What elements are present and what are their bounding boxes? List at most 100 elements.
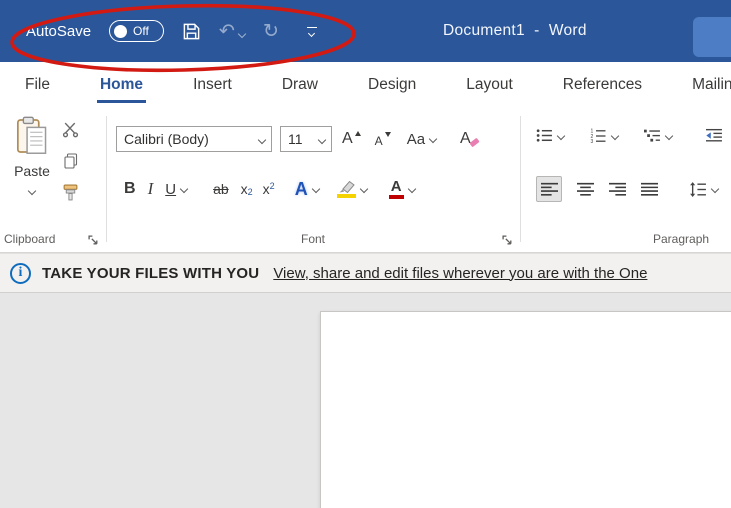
redo-button[interactable]: ↻ xyxy=(262,19,279,42)
autosave-toggle[interactable]: Off xyxy=(109,20,165,42)
save-button[interactable] xyxy=(182,22,201,41)
superscript-button[interactable]: x 2 xyxy=(263,181,275,197)
tab-layout[interactable]: Layout xyxy=(441,62,538,108)
document-page[interactable] xyxy=(320,311,731,508)
tab-design[interactable]: Design xyxy=(343,62,441,108)
info-icon: i xyxy=(10,262,31,284)
font-name-value: Calibri (Body) xyxy=(124,131,209,147)
clipboard-dialog-launcher[interactable] xyxy=(88,233,100,245)
font-dialog-launcher[interactable] xyxy=(502,233,514,245)
customize-quick-access-toolbar-button[interactable] xyxy=(306,26,317,37)
font-size-combobox[interactable]: 11 xyxy=(280,126,332,152)
account-badge[interactable] xyxy=(693,17,731,57)
decrease-indent-icon xyxy=(706,128,722,142)
clear-formatting-button[interactable]: A xyxy=(460,130,480,148)
bullet-list-icon xyxy=(536,129,552,142)
font-size-value: 11 xyxy=(288,131,303,147)
notification-link[interactable]: View, share and edit files wherever you … xyxy=(273,265,647,282)
dialog-launcher-icon xyxy=(502,235,512,245)
autosave-state-label: Off xyxy=(133,24,149,38)
italic-button[interactable]: I xyxy=(148,179,154,199)
change-case-button[interactable]: Aa xyxy=(407,131,438,148)
highlight-chevron-icon xyxy=(359,184,368,194)
multilevel-list-button[interactable] xyxy=(644,128,674,143)
undo-split-button[interactable]: ↶ xyxy=(219,19,247,42)
document-area xyxy=(0,293,731,508)
paragraph-row-top: 123 xyxy=(536,128,723,143)
paste-label: Paste xyxy=(14,163,50,179)
paragraph-row-bottom xyxy=(536,176,720,202)
document-title: Document1 - Word xyxy=(443,22,587,39)
numbering-button[interactable]: 123 xyxy=(590,128,620,143)
text-effects-chevron-icon xyxy=(311,184,320,194)
svg-text:3: 3 xyxy=(591,139,594,143)
clipboard-group: Paste Clipboard xyxy=(0,108,106,252)
undo-icon: ↶ xyxy=(219,19,235,42)
strikethrough-button[interactable]: ab xyxy=(213,181,229,197)
tab-mailings[interactable]: Mailings xyxy=(667,62,731,108)
font-color-button[interactable]: A xyxy=(388,179,416,199)
shrink-font-button[interactable]: A xyxy=(375,130,391,148)
paste-clipboard-icon xyxy=(16,116,47,154)
notification-bar: i TAKE YOUR FILES WITH YOU View, share a… xyxy=(0,253,731,293)
highlighter-stack xyxy=(336,180,356,198)
copy-button[interactable] xyxy=(63,153,79,169)
underline-glyph: U xyxy=(165,180,177,198)
paragraph-group: 123 Paragraph xyxy=(520,108,731,252)
paste-button[interactable]: Paste xyxy=(8,116,56,228)
font-row-top: A A Aa A xyxy=(342,126,480,152)
text-effects-button[interactable]: A xyxy=(294,178,320,200)
format-painter-button[interactable] xyxy=(62,184,79,201)
font-name-combobox[interactable]: Calibri (Body) xyxy=(116,126,272,152)
shrink-font-glyph: A xyxy=(374,134,383,148)
undo-dropdown-chevron-icon[interactable] xyxy=(237,29,247,38)
font-name-chevron-icon xyxy=(257,135,267,145)
tab-draw[interactable]: Draw xyxy=(257,62,343,108)
bullets-chevron-icon xyxy=(556,131,566,140)
highlighter-pen-icon xyxy=(339,180,355,193)
numbered-list-icon: 123 xyxy=(591,129,606,143)
underline-split-button[interactable]: U xyxy=(165,180,189,198)
numbering-chevron-icon xyxy=(610,131,620,140)
align-center-button[interactable] xyxy=(572,176,598,202)
align-right-button[interactable] xyxy=(604,176,630,202)
clipboard-small-buttons xyxy=(62,121,79,201)
title-bar: AutoSave Off ↶ ↻ Document1 - Word xyxy=(0,0,731,62)
bold-button[interactable]: B xyxy=(124,180,136,198)
bullets-button[interactable] xyxy=(536,128,566,143)
font-color-stack: A xyxy=(388,179,404,199)
grow-font-button[interactable]: A xyxy=(342,130,361,148)
cut-button[interactable] xyxy=(62,121,79,138)
tab-home[interactable]: Home xyxy=(75,62,168,108)
change-case-chevron-icon xyxy=(428,134,438,144)
superscript-mark-glyph: 2 xyxy=(269,181,275,191)
line-spacing-icon xyxy=(690,181,706,197)
tab-file[interactable]: File xyxy=(0,62,75,108)
align-left-button[interactable] xyxy=(536,176,562,202)
ribbon: Paste Clipboard Calibri (Body) 11 A A Aa… xyxy=(0,108,731,253)
font-row-bottom: B I U ab x 2 x 2 A A xyxy=(122,174,416,204)
subscript-base-glyph: x xyxy=(240,181,248,197)
save-icon xyxy=(183,23,200,39)
ribbon-tab-bar: File Home Insert Draw Design Layout Refe… xyxy=(0,62,731,108)
subscript-button[interactable]: x 2 xyxy=(241,181,253,197)
paragraph-group-label: Paragraph xyxy=(653,232,710,246)
tab-references[interactable]: References xyxy=(538,62,667,108)
notification-headline: TAKE YOUR FILES WITH YOU xyxy=(42,264,260,282)
text-effects-glyph: A xyxy=(294,178,308,199)
text-highlight-color-button[interactable] xyxy=(336,180,368,198)
line-spacing-button[interactable] xyxy=(690,181,720,197)
dialog-launcher-icon xyxy=(88,235,98,245)
paste-dropdown-chevron-icon xyxy=(27,186,37,196)
font-group-label: Font xyxy=(300,232,326,246)
shrink-font-arrow-icon xyxy=(384,132,391,137)
font-color-bar xyxy=(388,195,404,199)
redo-icon: ↻ xyxy=(262,19,279,42)
quick-access-toolbar: AutoSave Off ↶ ↻ xyxy=(26,0,317,62)
tab-insert[interactable]: Insert xyxy=(168,62,257,108)
justify-button[interactable] xyxy=(636,176,662,202)
decrease-indent-button[interactable] xyxy=(706,128,723,143)
scissors-icon xyxy=(62,122,79,138)
align-left-icon xyxy=(540,182,558,196)
subscript-mark-glyph: 2 xyxy=(247,187,253,197)
